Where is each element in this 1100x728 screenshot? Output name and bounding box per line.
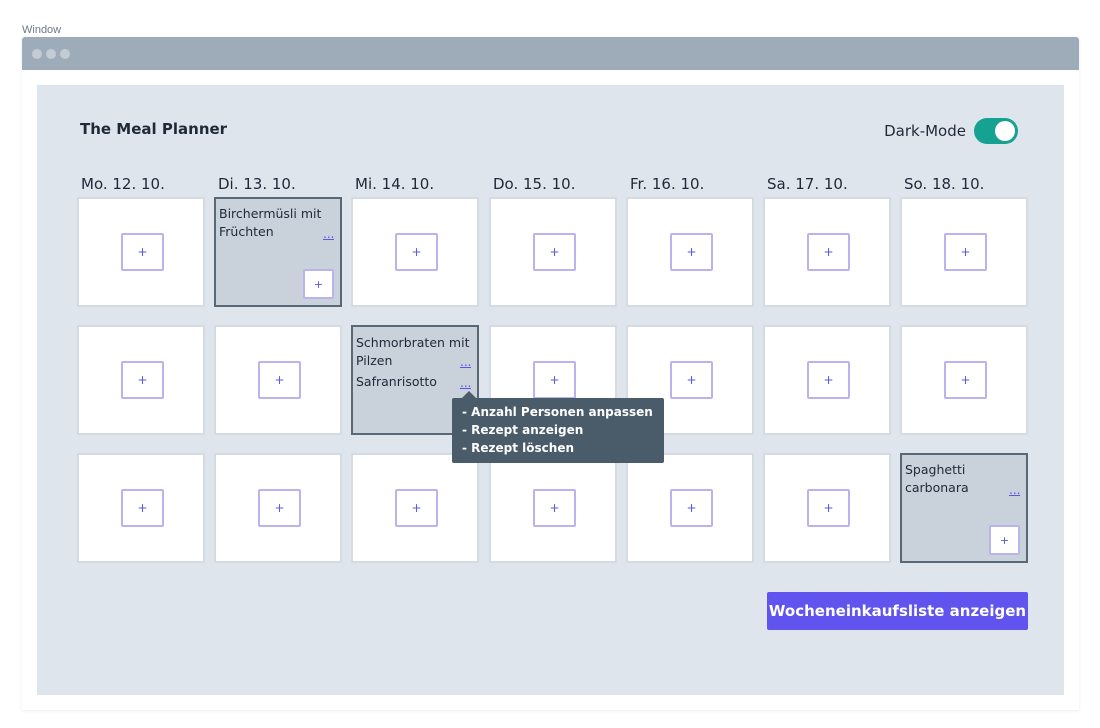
meal-slot-fri-1: + [626,197,754,307]
more-options-button[interactable]: ... [323,228,335,240]
window-minimize-dot[interactable] [46,48,56,59]
day-header-thu: Do. 15. 10. [493,175,576,193]
add-meal-button[interactable]: + [807,361,850,399]
add-meal-button[interactable]: + [258,489,301,527]
meal-slot-wed-1: + [351,197,479,307]
meal-title-line: Schmorbraten mit [356,335,470,350]
meal-slot-sat-3: + [763,453,891,563]
add-meal-button[interactable]: + [395,489,438,527]
add-meal-button[interactable]: + [533,361,576,399]
day-header-tue: Di. 13. 10. [218,175,296,193]
add-meal-button[interactable]: + [258,361,301,399]
add-meal-button[interactable]: + [670,233,713,271]
more-options-button[interactable]: ... [460,356,472,368]
meal-slot-mon-2: + [77,325,205,435]
day-header-wed: Mi. 14. 10. [355,175,435,193]
meal-slot-tue-1[interactable]: Birchermüsli mit Früchten ... + [214,197,342,307]
add-meal-button[interactable]: + [807,489,850,527]
meal-title-line: Safranrisotto [356,374,437,389]
dark-mode-label: Dark-Mode [884,122,966,140]
menu-item-show-recipe[interactable]: - Rezept anzeigen [462,421,654,439]
weekly-shopping-list-button[interactable]: Wocheneinkaufsliste anzeigen [767,592,1028,630]
page-title: The Meal Planner [80,120,228,138]
add-meal-button[interactable]: + [670,489,713,527]
toggle-knob [995,121,1015,141]
add-meal-button[interactable]: + [944,233,987,271]
add-meal-button[interactable]: + [303,269,334,299]
add-meal-button[interactable]: + [121,489,164,527]
day-header-fri: Fr. 16. 10. [630,175,705,193]
meal-slot-fri-3: + [626,453,754,563]
add-meal-button[interactable]: + [121,233,164,271]
meal-title-line: carbonara [905,480,969,495]
day-header-mon: Mo. 12. 10. [81,175,165,193]
meal-title-line: Spaghetti [905,462,966,477]
meal-slot-wed-3: + [351,453,479,563]
window-label: Window [22,24,62,36]
meal-title-line: Pilzen [356,353,393,368]
add-meal-button[interactable]: + [395,233,438,271]
add-meal-button[interactable]: + [533,489,576,527]
window-maximize-dot[interactable] [60,48,70,59]
meal-slot-sat-1: + [763,197,891,307]
meal-slot-thu-3: + [489,453,617,563]
add-meal-button[interactable]: + [121,361,164,399]
dark-mode-toggle[interactable] [974,118,1018,144]
day-header-sat: Sa. 17. 10. [767,175,848,193]
day-header-sun: So. 18. 10. [904,175,985,193]
meal-slot-mon-3: + [77,453,205,563]
meal-planner-panel: The Meal Planner Dark-Mode Mo. 12. 10. D… [37,85,1064,695]
add-meal-button[interactable]: + [944,361,987,399]
meal-slot-tue-2: + [214,325,342,435]
meal-title-line: Früchten [219,224,274,239]
meal-slot-mon-1: + [77,197,205,307]
more-options-button[interactable]: ... [1009,484,1021,496]
meal-context-menu: - Anzahl Personen anpassen - Rezept anze… [452,391,664,463]
meal-slot-sun-1: + [900,197,1028,307]
window-close-dot[interactable] [32,48,42,59]
menu-item-adjust-servings[interactable]: - Anzahl Personen anpassen [462,403,654,421]
add-meal-button[interactable]: + [807,233,850,271]
add-meal-button[interactable]: + [670,361,713,399]
more-options-button[interactable]: ... [460,377,472,389]
meal-slot-sun-3[interactable]: Spaghetti carbonara ... + [900,453,1028,563]
dark-mode-control: Dark-Mode [884,118,1018,144]
meal-title-line: Birchermüsli mit [219,206,322,221]
meal-slot-tue-3: + [214,453,342,563]
window-titlebar[interactable] [22,37,1079,70]
meal-slot-sat-2: + [763,325,891,435]
meal-slot-sun-2: + [900,325,1028,435]
add-meal-button[interactable]: + [533,233,576,271]
menu-item-delete-recipe[interactable]: - Rezept löschen [462,439,654,457]
add-meal-button[interactable]: + [989,525,1020,555]
meal-slot-thu-1: + [489,197,617,307]
